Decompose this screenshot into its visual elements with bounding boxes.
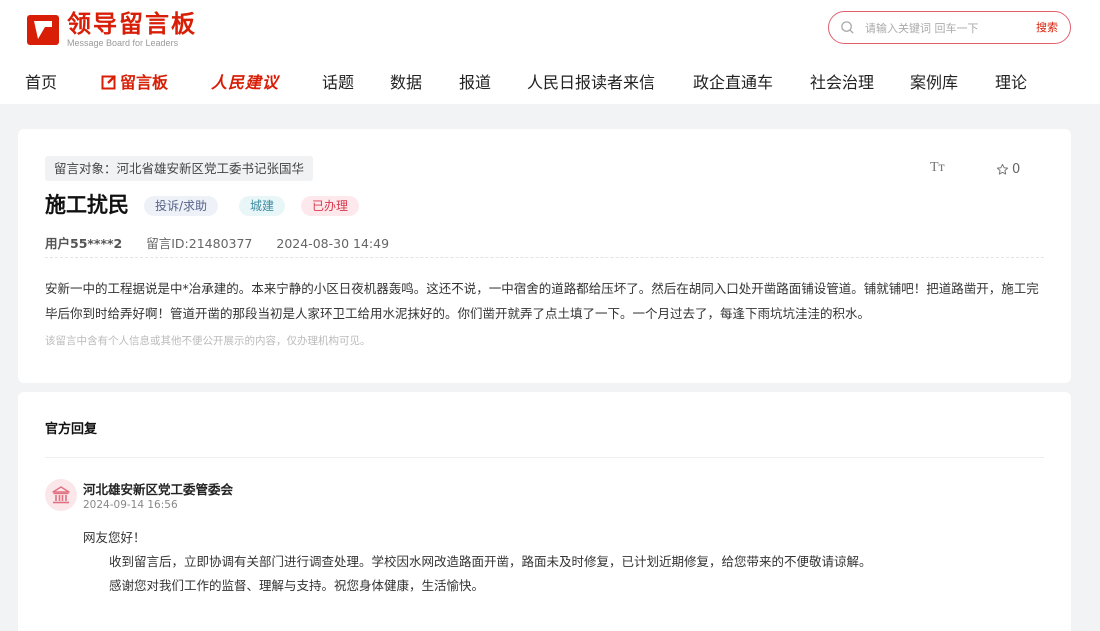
font-size-toggle[interactable]: Tт — [930, 160, 945, 176]
main-nav: 首页 留言板 人民建议 话题 数据 报道 人民日报读者来信 政企直通车 社会治理… — [0, 64, 1100, 98]
reply-greeting: 网友您好！ — [83, 530, 146, 545]
site-header: 领导留言板 Message Board for Leaders 搜索 首页 留言… — [0, 0, 1100, 104]
edit-icon — [101, 75, 116, 90]
reply-line: 感谢您对我们工作的监督、理解与支持。祝您身体健康，生活愉快。 — [109, 578, 485, 593]
privacy-notice: 该留言中含有个人信息或其他不便公开展示的内容，仅办理机构可见。 — [45, 335, 371, 347]
government-building-icon — [52, 486, 70, 504]
reply-line: 收到留言后，立即协调有关部门进行调查处理。学校因水网改造路面开凿，路面未及时修复… — [109, 554, 872, 569]
favorite-count: 0 — [1012, 162, 1021, 177]
message-datetime: 2024-08-30 14:49 — [276, 236, 390, 251]
nav-item-home[interactable]: 首页 — [25, 69, 57, 93]
reply-org-name: 河北雄安新区党工委管委会 — [83, 482, 234, 497]
divider — [45, 257, 1044, 258]
message-content: 安新一中的工程据说是中*冶承建的。本来宁静的小区日夜机器轰鸣。这还不说，一中宿舍… — [45, 281, 1039, 321]
favorite-button[interactable]: 0 — [996, 162, 1020, 177]
logo-icon — [27, 15, 59, 45]
reply-body: 网友您好！ 收到留言后，立即协调有关部门进行调查处理。学校因水网改造路面开凿，路… — [83, 526, 872, 598]
search-box: 搜索 — [828, 11, 1071, 44]
message-title: 施工扰民 — [45, 193, 129, 217]
reply-card: 官方回复 河北雄安新区党工委管委会 2024-09-14 16:56 网友您好！… — [18, 392, 1071, 631]
reply-heading: 官方回复 — [45, 422, 98, 437]
reply-time: 2024-09-14 16:56 — [83, 499, 178, 511]
nav-item-people-suggestions[interactable]: 人民建议 — [211, 69, 279, 93]
search-button[interactable]: 搜索 — [1036, 19, 1058, 35]
site-logo[interactable]: 领导留言板 Message Board for Leaders — [25, 10, 197, 48]
message-target: 留言对象：河北省雄安新区党工委书记张国华 — [45, 156, 314, 181]
type-badge: 投诉/求助 — [144, 196, 219, 216]
nav-item-reader-letters[interactable]: 人民日报读者来信 — [527, 69, 655, 93]
search-icon — [841, 21, 854, 34]
status-badge: 已办理 — [301, 196, 360, 216]
nav-item-theory[interactable]: 理论 — [995, 69, 1027, 93]
nav-item-message-board[interactable]: 留言板 — [101, 69, 168, 93]
nav-item-topics[interactable]: 话题 — [322, 69, 354, 93]
message-user: 用户55****2 — [45, 236, 123, 251]
divider — [45, 457, 1044, 458]
message-card: 留言对象：河北省雄安新区党工委书记张国华 Tт 0 施工扰民 投诉/求助 城建 … — [18, 129, 1071, 383]
category-badge: 城建 — [239, 196, 286, 216]
avatar — [45, 479, 77, 511]
nav-item-case-library[interactable]: 案例库 — [910, 69, 958, 93]
nav-item-label: 留言板 — [120, 73, 169, 92]
star-icon — [996, 163, 1009, 175]
nav-item-social-governance[interactable]: 社会治理 — [810, 69, 874, 93]
nav-item-data[interactable]: 数据 — [390, 69, 422, 93]
nav-item-enterprise-direct[interactable]: 政企直通车 — [693, 69, 773, 93]
message-meta: 用户55****2 留言ID:21480377 2024-08-30 14:49 — [45, 233, 409, 252]
search-input[interactable] — [865, 18, 1015, 38]
message-id: 留言ID:21480377 — [146, 236, 253, 251]
logo-title: 领导留言板 — [67, 10, 197, 38]
logo-subtitle: Message Board for Leaders — [67, 38, 179, 48]
nav-item-reports[interactable]: 报道 — [459, 69, 491, 93]
